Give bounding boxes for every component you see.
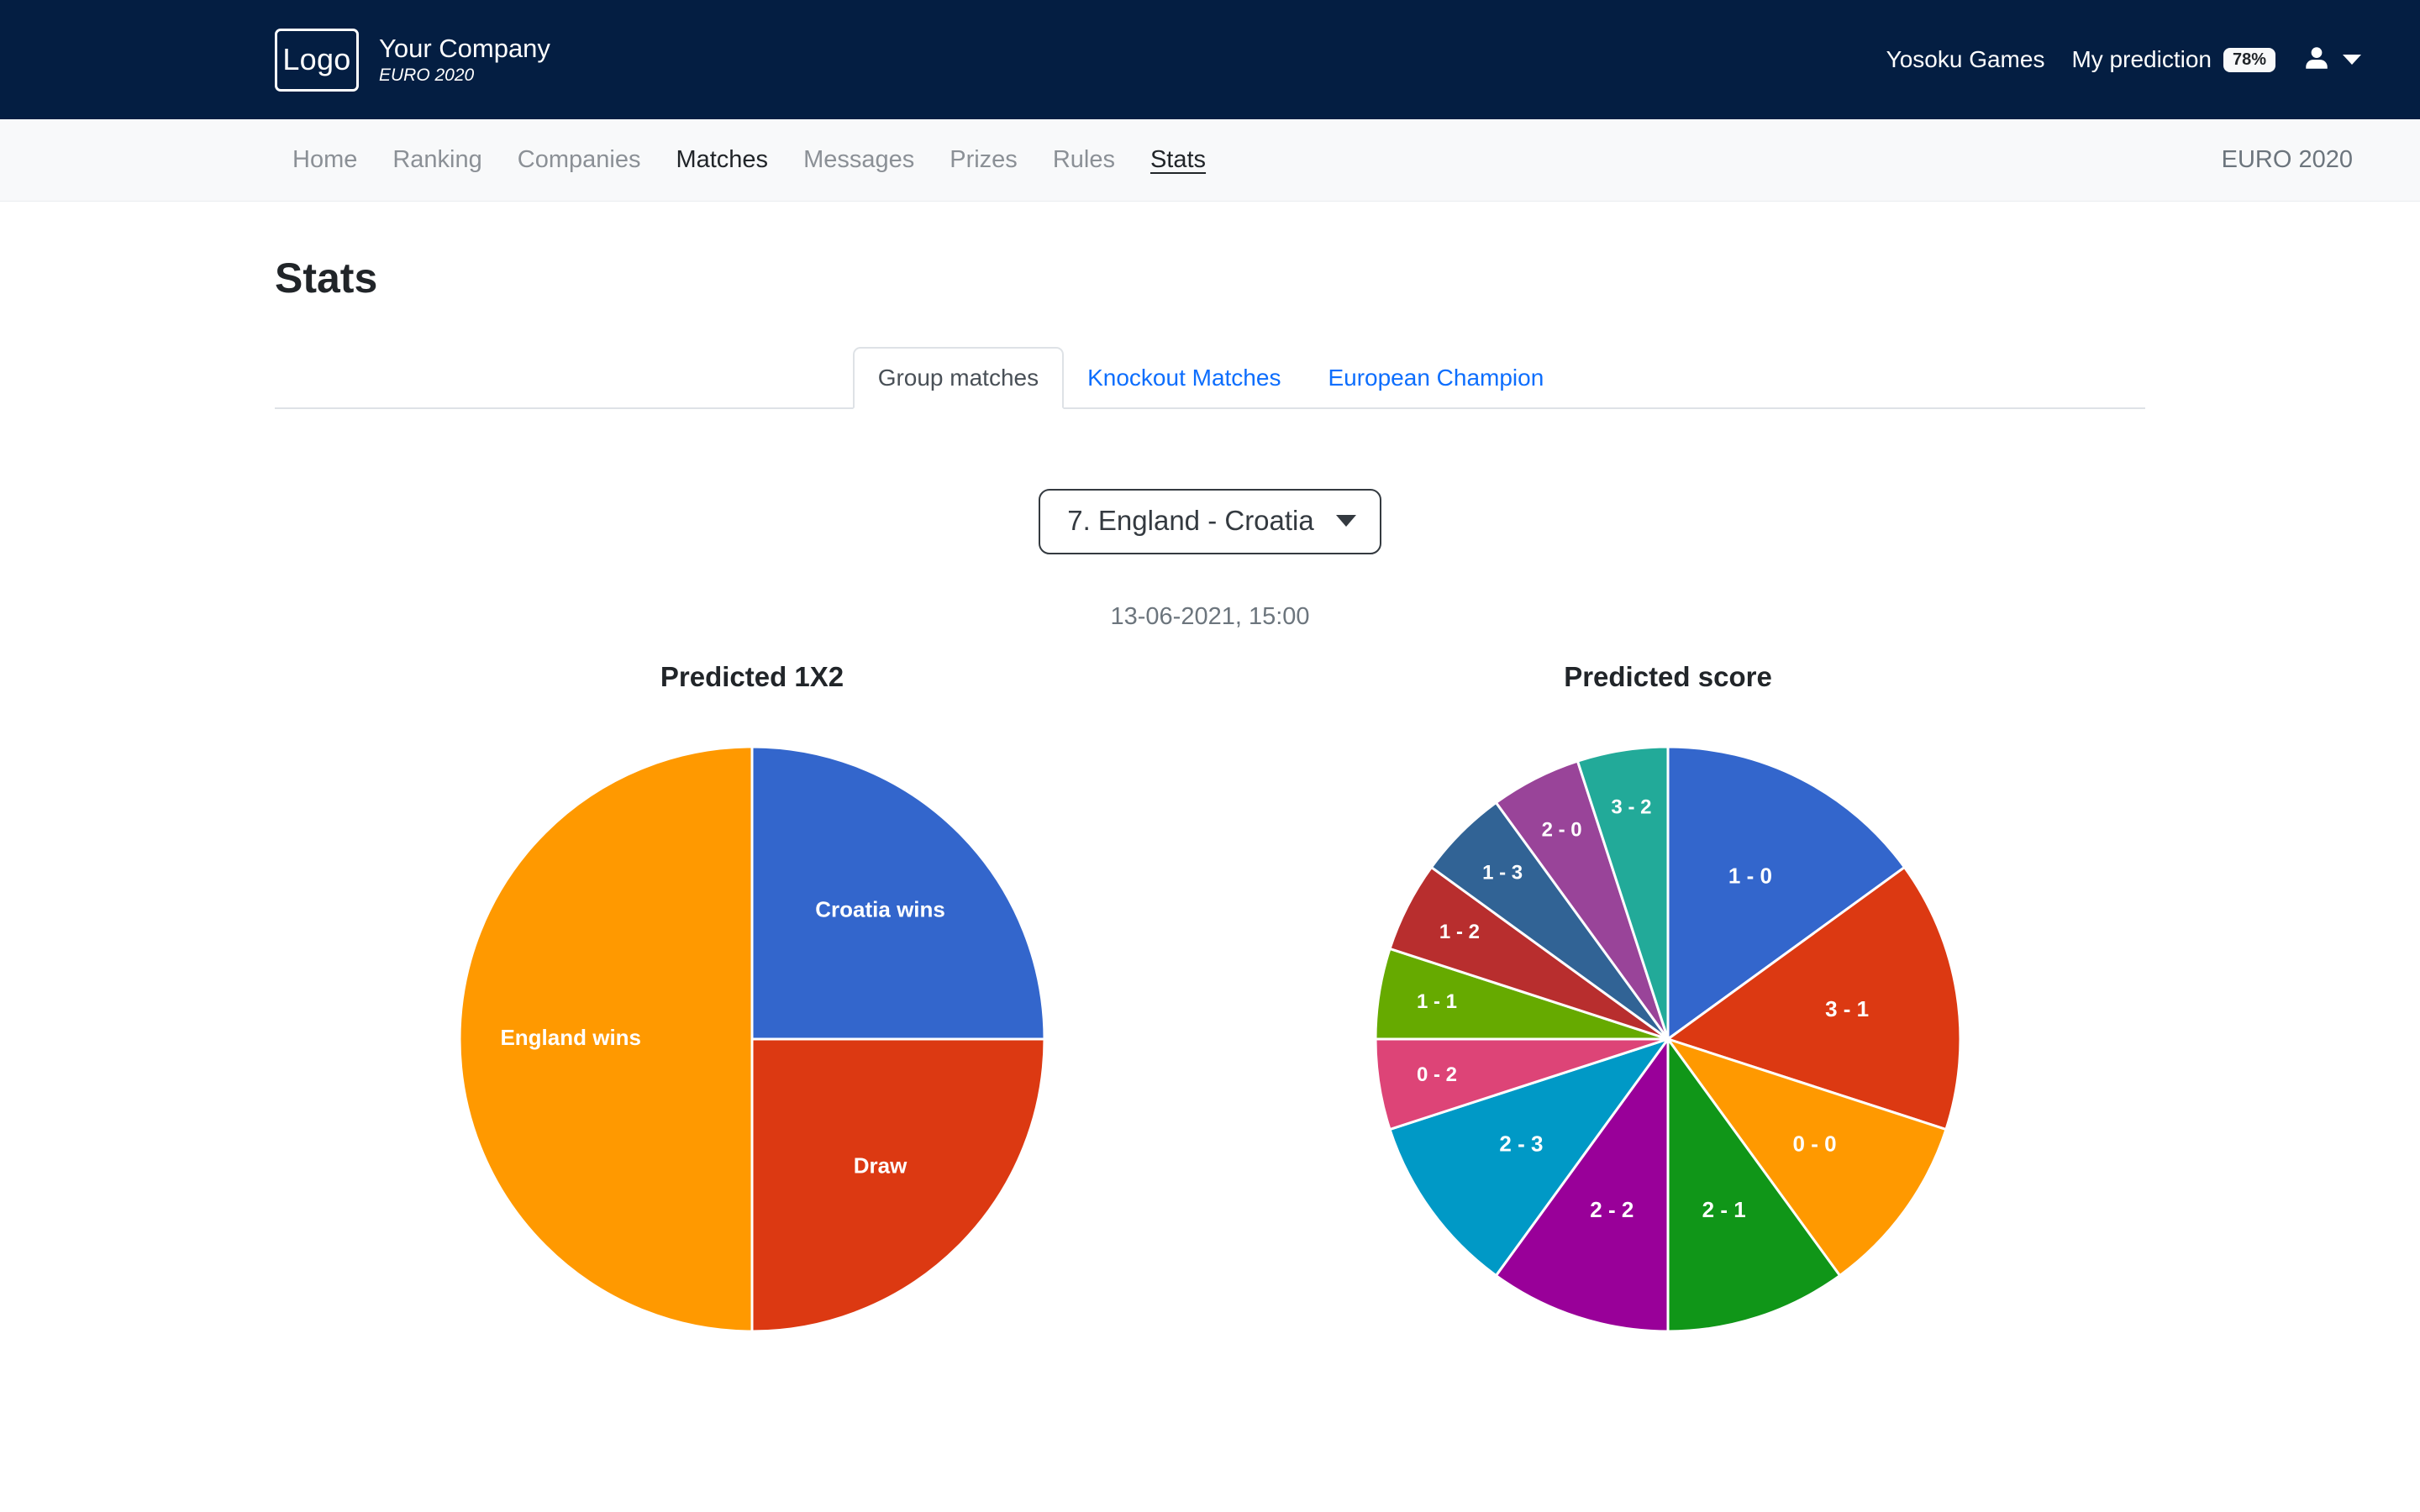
logo: Logo — [275, 28, 359, 92]
stats-tabs: Group matches Knockout Matches European … — [275, 342, 2145, 409]
pie-slice-label: 1 - 0 — [1728, 864, 1772, 889]
nav-item-rules[interactable]: Rules — [1035, 146, 1133, 174]
pie-slice-label: 2 - 0 — [1542, 818, 1582, 841]
tab-knockout-matches[interactable]: Knockout Matches — [1064, 349, 1304, 407]
page-title: Stats — [275, 255, 378, 302]
pie-slice-label: England wins — [500, 1025, 641, 1050]
pie-slice[interactable] — [750, 745, 1046, 1041]
pie-slice-label: 1 - 1 — [1417, 990, 1457, 1013]
nav-item-home[interactable]: Home — [275, 146, 375, 174]
match-select-dropdown[interactable]: 7. England - Croatia — [1039, 489, 1381, 554]
company-name: Your Company — [379, 33, 550, 63]
chart-predicted-1x2: Predicted 1X2 Croatia wins Draw England wi… — [349, 661, 1155, 1367]
match-selector-row: 7. England - Croatia — [275, 489, 2145, 554]
pie-slice-label: 2 - 2 — [1590, 1197, 1634, 1222]
my-prediction-label: My prediction — [2071, 46, 2212, 72]
chart-predicted-score: Predicted score 1 - 0 3 - 1 0 - 0 2 - 1 2 - … — [1265, 661, 2071, 1367]
nav-item-ranking[interactable]: Ranking — [375, 146, 499, 174]
my-prediction-link[interactable]: My prediction 78% — [2060, 46, 2291, 73]
brand[interactable]: Logo Your Company EURO 2020 — [275, 28, 550, 92]
yosoku-games-link[interactable]: Yosoku Games — [1871, 46, 2060, 73]
main-navbar: Home Ranking Companies Matches Messages … — [0, 119, 2420, 202]
navbar-tournament-label: EURO 2020 — [2221, 146, 2353, 173]
page-content: Stats Group matches Knockout Matches Eur… — [0, 254, 2420, 1367]
pie-slice-label: 3 - 1 — [1825, 996, 1869, 1021]
match-datetime: 13-06-2021, 15:00 — [1110, 603, 1310, 630]
pie-slice-label: 2 - 3 — [1499, 1131, 1543, 1157]
chevron-down-icon — [2343, 55, 2361, 65]
tab-european-champion[interactable]: European Champion — [1304, 349, 1567, 407]
nav-item-stats[interactable]: Stats — [1133, 146, 1223, 174]
pie-slice-label: 2 - 1 — [1702, 1197, 1746, 1222]
chart-title-score: Predicted score — [1564, 661, 1772, 692]
pie-slice[interactable] — [750, 1037, 1046, 1333]
nav-item-matches[interactable]: Matches — [658, 146, 786, 174]
charts-row: Predicted 1X2 Croatia wins Draw England wi… — [275, 661, 2145, 1367]
pie-slice-label: 1 - 3 — [1482, 861, 1523, 884]
tab-group-matches[interactable]: Group matches — [852, 347, 1065, 409]
pie-slice-label: 0 - 2 — [1417, 1063, 1457, 1086]
nav-item-prizes[interactable]: Prizes — [932, 146, 1035, 174]
pie-slice-label: 0 - 0 — [1793, 1131, 1837, 1157]
pie-slice-label: 1 - 2 — [1439, 921, 1480, 943]
user-menu-button[interactable] — [2291, 44, 2370, 76]
match-select-value: 7. England - Croatia — [1067, 505, 1314, 536]
pie-slice-label: 3 - 2 — [1611, 795, 1651, 818]
company-subtitle: EURO 2020 — [379, 65, 475, 85]
top-header: Logo Your Company EURO 2020 Yosoku Games… — [0, 0, 2420, 119]
caret-down-icon — [1335, 515, 1356, 527]
nav-items: Home Ranking Companies Matches Messages … — [275, 146, 1223, 174]
pie-slice-label: Draw — [854, 1152, 908, 1178]
person-icon — [2302, 44, 2331, 76]
nav-item-companies[interactable]: Companies — [500, 146, 659, 174]
pie-slice-label: Croatia wins — [815, 896, 945, 921]
header-right-group: Yosoku Games My prediction 78% — [1871, 44, 2370, 76]
brand-text: Your Company EURO 2020 — [379, 34, 550, 85]
nav-item-messages[interactable]: Messages — [786, 146, 932, 174]
pie-chart-predicted-score: 1 - 0 3 - 1 0 - 0 2 - 1 2 - 2 2 - 3 0 - 2 1 - 1… — [1374, 745, 1962, 1333]
prediction-percent-badge: 78% — [2223, 47, 2275, 72]
pie-chart-predicted-1x2: Croatia wins Draw England wins — [458, 745, 1046, 1333]
chart-title-1x2: Predicted 1X2 — [660, 661, 844, 692]
